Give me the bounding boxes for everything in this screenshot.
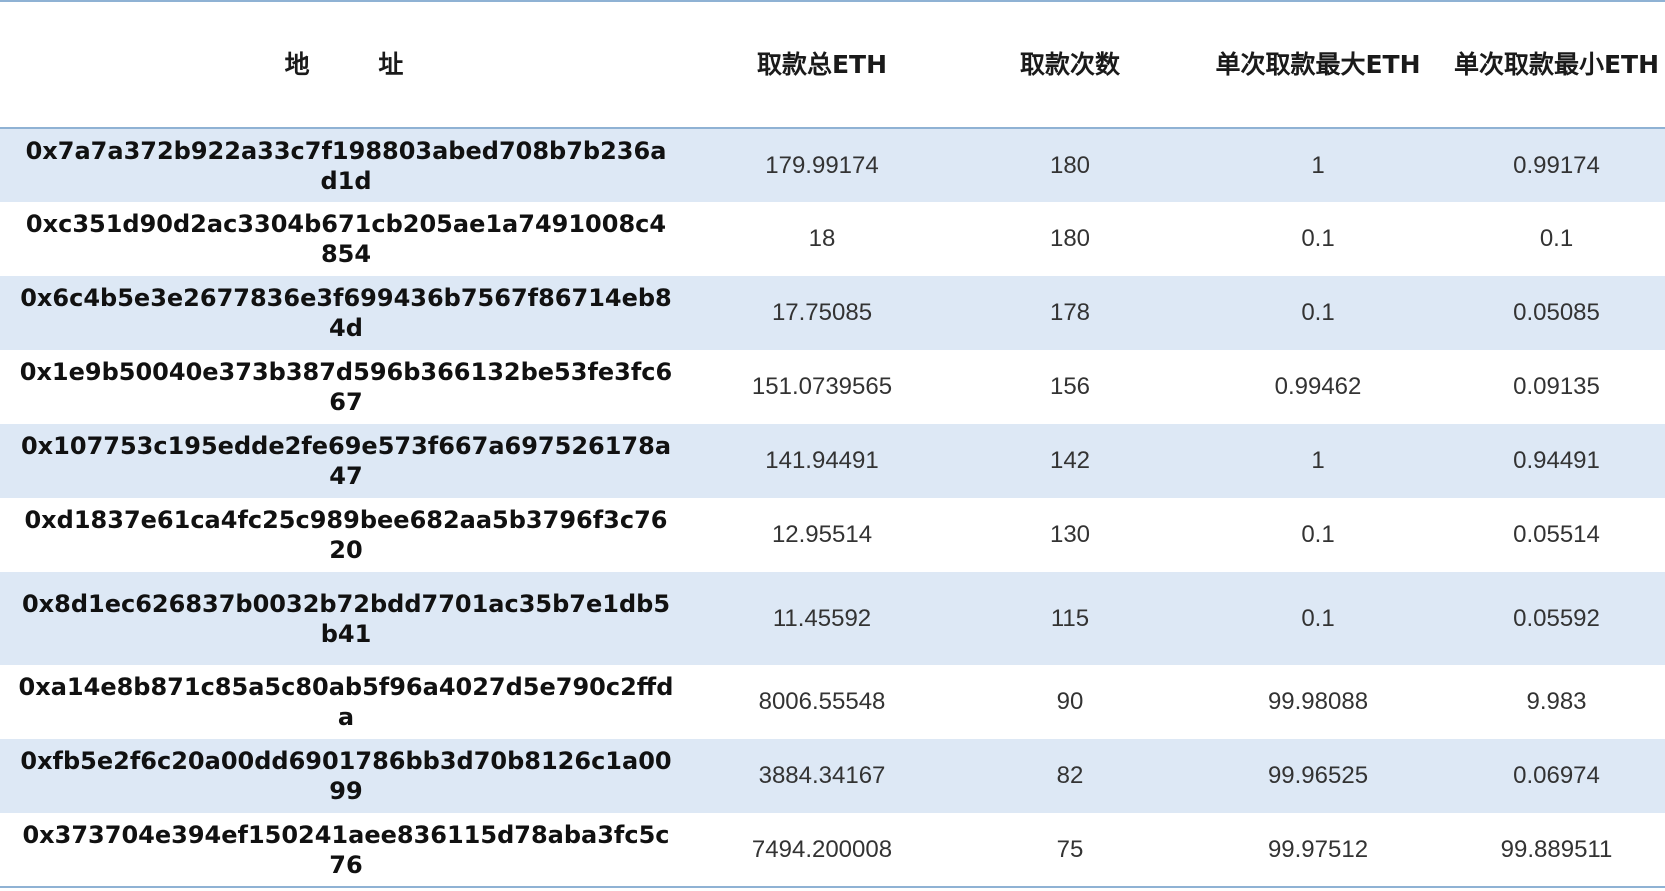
- cell-total-eth: 141.94491: [765, 447, 879, 474]
- table-row: 0x6c4b5e3e2677836e3f699436b7567f86714eb8…: [0, 276, 1665, 350]
- table-row: 0x7a7a372b922a33c7f198803abed708b7b236ad…: [0, 128, 1665, 202]
- cell-address: 0x6c4b5e3e2677836e3f699436b7567f86714eb8…: [20, 284, 672, 342]
- cell-address: 0x373704e394ef150241aee836115d78aba3fc5c…: [0, 813, 692, 888]
- cell-count: 90: [1056, 688, 1084, 715]
- cell-max-eth: 0.1: [1301, 521, 1335, 548]
- cell-min-eth: 99.889511: [1448, 813, 1665, 888]
- cell-total-eth: 151.0739565: [751, 373, 893, 400]
- cell-count: 178: [1049, 299, 1091, 326]
- cell-max-eth: 1: [1311, 447, 1325, 474]
- cell-min-eth: 0.05592: [1513, 604, 1600, 632]
- cell-address: 0xd1837e61ca4fc25c989bee682aa5b3796f3c76…: [24, 506, 668, 564]
- withdrawal-table-sheet: 地 址 取款总ETH 取款次数 单次取款最大ETH 单次取款最小ETH 0x7a…: [0, 0, 1665, 891]
- cell-max-eth: 0.1: [1301, 604, 1335, 632]
- cell-max-eth: 0.1: [1301, 299, 1335, 326]
- cell-total-eth: 17.75085: [771, 299, 873, 326]
- cell-count: 130: [1049, 521, 1091, 548]
- withdrawal-table: 地 址 取款总ETH 取款次数 单次取款最大ETH 单次取款最小ETH 0x7a…: [0, 2, 1665, 888]
- table-row: 0xc351d90d2ac3304b671cb205ae1a7491008c48…: [0, 202, 1665, 276]
- table-row: 0x373704e394ef150241aee836115d78aba3fc5c…: [0, 813, 1665, 888]
- cell-min-eth: 0.1: [1539, 225, 1574, 252]
- cell-address: 0x107753c195edde2fe69e573f667a697526178a…: [20, 432, 672, 490]
- cell-min-eth: 0.05085: [1513, 299, 1600, 326]
- cell-min-eth: 0.09135: [1513, 373, 1600, 400]
- cell-total-eth: 179.99174: [765, 151, 879, 179]
- cell-max-eth: 0.1: [1301, 225, 1335, 252]
- cell-total-eth: 8006.55548: [758, 688, 886, 715]
- cell-total-eth: 18: [808, 225, 836, 252]
- header-min-eth: 单次取款最小ETH: [1448, 2, 1665, 129]
- cell-min-eth: 0.94491: [1513, 447, 1600, 474]
- table-body: 0x7a7a372b922a33c7f198803abed708b7b236ad…: [0, 128, 1665, 888]
- cell-count: 156: [1049, 373, 1091, 400]
- header-count: 取款次数: [952, 2, 1188, 129]
- cell-count: 75: [952, 813, 1188, 888]
- table-header: 地 址 取款总ETH 取款次数 单次取款最大ETH 单次取款最小ETH: [0, 2, 1665, 129]
- header-row: 地 址 取款总ETH 取款次数 单次取款最大ETH 单次取款最小ETH: [0, 2, 1665, 129]
- table-row: 0xa14e8b871c85a5c80ab5f96a4027d5e790c2ff…: [0, 665, 1665, 739]
- table-row: 0x107753c195edde2fe69e573f667a697526178a…: [0, 424, 1665, 498]
- cell-min-eth: 0.06974: [1513, 762, 1600, 789]
- header-address: 地 址: [0, 2, 692, 129]
- cell-address: 0xc351d90d2ac3304b671cb205ae1a7491008c48…: [25, 210, 667, 268]
- cell-max-eth: 99.98088: [1267, 688, 1369, 715]
- cell-count: 180: [1049, 151, 1091, 179]
- table-row: 0xfb5e2f6c20a00dd6901786bb3d70b8126c1a00…: [0, 739, 1665, 813]
- table-row: 0x1e9b50040e373b387d596b366132be53fe3fc6…: [0, 350, 1665, 424]
- cell-total-eth: 12.95514: [771, 521, 873, 548]
- cell-count: 82: [1056, 762, 1084, 789]
- header-total-eth: 取款总ETH: [692, 2, 952, 129]
- cell-max-eth: 99.97512: [1188, 813, 1448, 888]
- cell-address: 0xa14e8b871c85a5c80ab5f96a4027d5e790c2ff…: [18, 673, 674, 731]
- cell-min-eth: 0.99174: [1513, 151, 1600, 179]
- header-max-eth: 单次取款最大ETH: [1188, 2, 1448, 129]
- cell-max-eth: 1: [1311, 151, 1325, 179]
- cell-address: 0x7a7a372b922a33c7f198803abed708b7b236ad…: [25, 136, 667, 195]
- cell-address: 0x8d1ec626837b0032b72bdd7701ac35b7e1db5b…: [21, 589, 671, 648]
- cell-count: 180: [1049, 225, 1091, 252]
- cell-address: 0xfb5e2f6c20a00dd6901786bb3d70b8126c1a00…: [20, 747, 672, 805]
- cell-max-eth: 0.99462: [1274, 373, 1362, 400]
- cell-total-eth: 7494.200008: [692, 813, 952, 888]
- table-row: 0x8d1ec626837b0032b72bdd7701ac35b7e1db5b…: [0, 572, 1665, 665]
- cell-max-eth: 99.96525: [1267, 762, 1369, 789]
- cell-total-eth: 3884.34167: [758, 762, 886, 789]
- cell-count: 142: [1049, 447, 1091, 474]
- cell-min-eth: 9.983: [1526, 688, 1587, 715]
- cell-address: 0x1e9b50040e373b387d596b366132be53fe3fc6…: [19, 358, 673, 416]
- cell-min-eth: 0.05514: [1513, 521, 1600, 548]
- cell-total-eth: 11.45592: [772, 604, 872, 632]
- cell-count: 115: [1050, 604, 1090, 632]
- table-row: 0xd1837e61ca4fc25c989bee682aa5b3796f3c76…: [0, 498, 1665, 572]
